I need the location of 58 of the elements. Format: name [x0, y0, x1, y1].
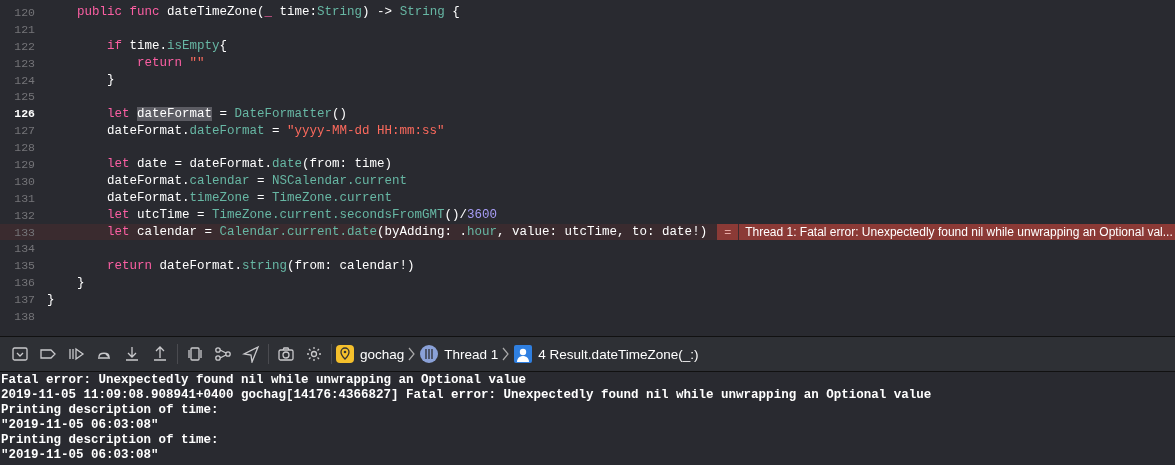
memory-graph-icon[interactable]: [214, 345, 232, 363]
chevron-icon: [502, 347, 510, 361]
line-number: 120: [13, 5, 35, 19]
line-number: 125: [13, 90, 35, 104]
breadcrumb-item[interactable]: gochag: [360, 346, 405, 362]
code-line: if time.isEmpty{: [106, 39, 228, 54]
line-number: 137: [13, 293, 35, 307]
camera-icon[interactable]: [277, 345, 295, 363]
line-number: 123: [13, 56, 35, 70]
console-line: Fatal error: Unexpectedly found nil while unwrapping an Optional value: [0, 373, 528, 388]
breadcrumb-item[interactable]: Thread 1: [444, 346, 499, 362]
location-icon[interactable]: [242, 345, 260, 363]
line-number: 134: [13, 242, 35, 256]
line-number: 136: [13, 276, 35, 290]
code-line: dateFormat.calendar = NSCalendar.current: [106, 174, 408, 189]
settings-icon[interactable]: [305, 345, 323, 363]
console-line: "2019-11-05 06:03:08": [0, 418, 160, 433]
continue-icon[interactable]: [67, 345, 85, 363]
line-number: 135: [13, 259, 35, 273]
code-line: public func dateTimeZone(_ time:String) -> String {: [76, 5, 460, 20]
line-number: 124: [13, 73, 35, 87]
console-line: Printing description of time:: [0, 403, 220, 418]
line-number: 132: [13, 208, 35, 222]
step-out-icon[interactable]: [151, 345, 169, 363]
code-line: let dateFormat = DateFormatter(): [106, 106, 348, 121]
person-icon: [513, 344, 534, 364]
code-line: }: [106, 73, 115, 87]
code-line: return dateFormat.string(from: calendar!): [106, 258, 415, 273]
code-line: return "": [136, 56, 205, 71]
step-into-icon[interactable]: [123, 345, 141, 363]
console-line: 2019-11-05 11:09:08.908941+0400 gochag[14176:4366827] Fatal error: Unexpectedly found nil while unwrapping an Optional value: [0, 388, 933, 403]
line-number: 129: [13, 157, 35, 171]
line-number: 121: [13, 22, 35, 36]
thread-icon: [419, 344, 440, 364]
line-number: 127: [13, 124, 35, 138]
breadcrumb-item[interactable]: 4 Result.dateTimeZone(_:): [538, 346, 699, 362]
error-message: Thread 1: Fatal error: Unexpectedly found nil while unwrapping an Optional val...: [739, 223, 1175, 241]
app-icon: [335, 344, 355, 364]
line-number: 126: [13, 107, 35, 121]
console-line: "2019-11-05 06:03:08": [0, 448, 160, 463]
line-number: 131: [13, 191, 35, 205]
code-line: let utcTime = TimeZone.current.secondsFromGMT()/3600: [106, 208, 498, 223]
code-line: dateFormat.dateFormat = "yyyy-MM-dd HH:mm:ss": [106, 123, 445, 138]
code-line: }: [47, 292, 55, 307]
line-number: 138: [13, 309, 35, 323]
chevron-icon: [408, 347, 416, 361]
line-number: 130: [13, 174, 35, 188]
console-line: Printing description of time:: [0, 433, 220, 448]
code-line: let calendar = Calendar.current.date(byAdding: .hour, value: utcTime, to: date!): [106, 225, 708, 239]
console-toggle-icon[interactable]: [11, 345, 29, 363]
line-number: 133: [13, 225, 35, 239]
code-line: dateFormat.timeZone = TimeZone.current: [106, 191, 393, 206]
code-line: let date = dateFormat.date(from: time): [106, 157, 393, 172]
line-number: 128: [13, 141, 35, 155]
view-hierarchy-icon[interactable]: [186, 345, 204, 363]
line-number: 122: [13, 39, 35, 53]
code-line: }: [76, 275, 85, 290]
error-marker[interactable]: =: [717, 223, 739, 241]
